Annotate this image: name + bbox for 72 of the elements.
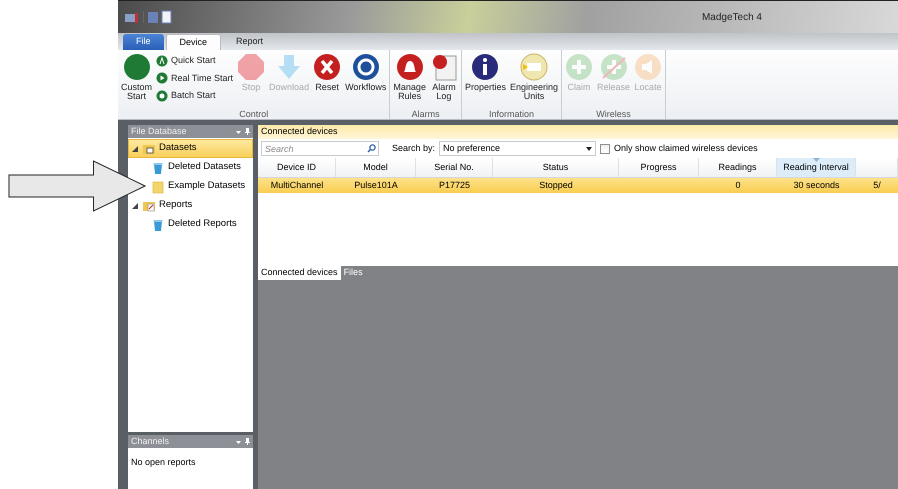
table-cell-text: 5/ — [873, 178, 881, 192]
ribbon-icon — [471, 53, 500, 81]
ribbon-icon — [156, 90, 168, 102]
ribbon-tab[interactable]: Report — [223, 34, 276, 50]
ribbon-button[interactable]: Alarm Log — [430, 53, 458, 107]
expand-arrow-icon[interactable] — [132, 202, 138, 208]
ribbon-icon — [396, 53, 424, 81]
tree-item[interactable]: Datasets — [128, 139, 253, 158]
ribbon-button[interactable]: Properties — [464, 53, 506, 107]
ribbon-icon — [156, 54, 168, 67]
ribbon-icon — [565, 53, 594, 81]
column-header[interactable]: Readings — [699, 158, 777, 177]
ribbon-icon — [237, 53, 266, 81]
ribbon-icon — [634, 53, 662, 81]
ribbon-tab[interactable]: Device — [166, 34, 222, 50]
ribbon-group-label: Control — [239, 109, 268, 119]
table-cell-text: Stopped — [539, 178, 573, 192]
checkbox-label: Only show claimed wireless devices — [614, 142, 758, 155]
tree-item[interactable]: Deleted Datasets — [150, 158, 246, 177]
window-title: MadgeTech 4 — [702, 10, 762, 24]
ribbon-button[interactable]: Custom Start — [121, 53, 152, 107]
ribbon-icon — [520, 53, 548, 81]
column-header[interactable]: Progress — [619, 158, 699, 177]
table-cell-text: P17725 — [438, 178, 470, 192]
column-header[interactable]: Serial No. — [416, 158, 493, 177]
ribbon-button[interactable]: Batch Start — [156, 89, 234, 102]
sort-arrow-icon — [813, 158, 820, 162]
table-row[interactable]: MultiChannel Pulse101A P17725 Stopped 0 30 seconds 5/ — [258, 178, 898, 193]
panel-title: Channels — [131, 434, 170, 448]
panel-tab[interactable]: Files — [340, 266, 366, 280]
table-cell-text: 0 — [735, 178, 740, 192]
panel-title: Connected devices — [261, 125, 338, 138]
ribbon-group-label: Information — [488, 109, 534, 119]
ribbon-group-label: Alarms — [412, 109, 440, 119]
column-header[interactable]: Reading Interval — [777, 158, 856, 177]
column-header[interactable]: Status — [493, 158, 619, 177]
ribbon-button[interactable]: Real Time Start — [156, 72, 234, 85]
ribbon-button[interactable]: Manage Rules — [393, 53, 426, 107]
folder-icon — [151, 180, 165, 194]
ribbon-icon — [352, 53, 380, 81]
table-cell-text: 30 seconds — [793, 178, 840, 192]
expand-arrow-icon[interactable] — [132, 146, 138, 152]
table-cell-text: MultiChannel — [270, 178, 324, 192]
ribbon-group-label: Wireless — [596, 109, 631, 119]
pin-icon[interactable] — [236, 128, 250, 135]
pin-icon[interactable] — [236, 438, 250, 445]
trash-can-icon — [151, 160, 165, 174]
panel-tab[interactable]: Connected devices — [258, 266, 341, 280]
column-header[interactable]: Device ID — [258, 158, 336, 177]
search-by-label: Search by: — [392, 142, 436, 155]
tree-item[interactable]: Example Datasets — [150, 177, 250, 196]
tree-item[interactable]: Reports — [128, 196, 253, 215]
ribbon-button[interactable]: Engineering Units — [510, 53, 558, 107]
column-header[interactable]: Model — [336, 158, 416, 177]
ribbon-button[interactable]: Workflows — [345, 53, 386, 107]
trash-can-icon — [151, 218, 165, 232]
ribbon-button[interactable]: Quick Start — [156, 54, 234, 68]
checkbox[interactable] — [600, 144, 610, 154]
panel-title: File Database — [131, 124, 188, 138]
ribbon-icon — [122, 53, 150, 81]
search-icon — [367, 144, 376, 153]
dropdown-arrow-icon — [586, 146, 592, 150]
ribbon-button[interactable]: Reset — [313, 53, 342, 107]
search-by-dropdown[interactable]: No preference — [439, 141, 596, 156]
tree-item[interactable]: Deleted Reports — [150, 215, 242, 234]
ribbon-icon — [313, 53, 342, 81]
search-field[interactable]: Search — [261, 141, 379, 156]
ribbon-icon — [600, 53, 628, 81]
ribbon-tab[interactable]: File — [123, 34, 164, 50]
table-cell-text: Pulse101A — [354, 178, 398, 192]
empty-message: No open reports — [131, 457, 196, 467]
ribbon-icon — [156, 72, 168, 84]
